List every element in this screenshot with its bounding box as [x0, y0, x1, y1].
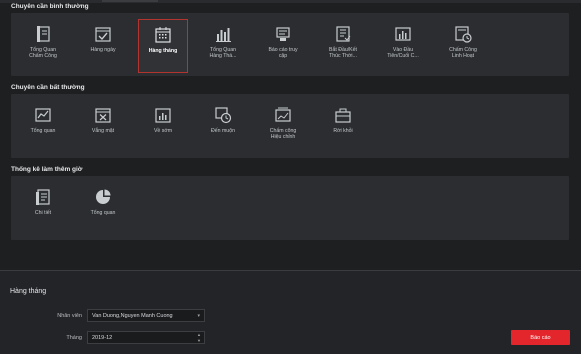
- tile-late[interactable]: Đến muộn: [198, 100, 248, 154]
- panel-overtime: Chi tiết Tổng quan: [11, 176, 569, 240]
- tile-label: Tổng Quan Chấm Công: [29, 47, 57, 60]
- overview-card-icon: [37, 26, 50, 42]
- leave-briefcase-icon: [335, 108, 351, 123]
- tile-label: Vắng mặt: [91, 128, 115, 134]
- tile-label: Hàng tháng: [148, 48, 178, 54]
- panel-abnormal-attendance: Tổng quan Vắng mặt Về sớm Đến muộn Chấm …: [11, 94, 569, 158]
- tile-overtime-detail[interactable]: Chi tiết: [18, 182, 68, 236]
- tile-correction[interactable]: Chấm công Hiệu chỉnh: [258, 100, 308, 154]
- tile-absence[interactable]: Vắng mặt: [78, 100, 128, 154]
- tile-access-report[interactable]: Báo cáo truy cập: [258, 19, 308, 73]
- first-last-chart-icon: [395, 27, 411, 41]
- monthly-calendar-icon: [155, 27, 171, 43]
- early-leave-icon: [155, 108, 171, 123]
- form-title: Hàng tháng: [10, 288, 47, 295]
- tile-leave[interactable]: Rời khỏi: [318, 100, 368, 154]
- tile-monthly-overview[interactable]: Tổng Quan Hàng Thá...: [198, 19, 248, 73]
- spinner-arrows-icon[interactable]: ▲ ▼: [197, 332, 201, 343]
- tile-abnormal-overview[interactable]: Tổng quan: [18, 100, 68, 154]
- tile-overtime-overview[interactable]: Tổng quan: [78, 182, 128, 236]
- tile-first-last[interactable]: Vào Đầu Tiên/Cuối C...: [378, 19, 428, 73]
- absence-icon: [95, 108, 111, 123]
- tile-label: Bắt Đầu/Kết Thúc Thời...: [329, 47, 357, 60]
- bar-chart-icon: [216, 28, 231, 42]
- tile-label: Rời khỏi: [333, 128, 353, 134]
- tile-label: Đến muộn: [211, 128, 235, 134]
- tile-daily[interactable]: Hàng ngày: [78, 19, 128, 73]
- employee-label: Nhân viên: [57, 313, 82, 319]
- start-end-time-icon: [336, 26, 351, 42]
- month-value: 2019-12: [92, 335, 113, 341]
- tile-label: Tổng quan: [30, 128, 56, 134]
- detail-document-icon: [36, 189, 50, 205]
- section-title-abnormal: Chuyên cần bất thường: [11, 84, 85, 91]
- tile-start-end-time[interactable]: Bắt Đầu/Kết Thúc Thời...: [318, 19, 368, 73]
- tile-attendance-overview[interactable]: Tổng Quan Chấm Công: [18, 19, 68, 73]
- tile-label: Chấm công Hiệu chỉnh: [269, 128, 297, 141]
- flexible-time-icon: [455, 26, 472, 43]
- tile-label: Chấm Công Linh Hoạt: [449, 47, 477, 60]
- pie-chart-icon: [96, 189, 111, 204]
- tile-flexible[interactable]: Chấm Công Linh Hoạt: [438, 19, 488, 73]
- tile-label: Về sớm: [153, 128, 173, 134]
- chevron-down-icon[interactable]: ▾: [197, 313, 200, 319]
- employee-select[interactable]: Van Duong,Nguyen Manh Cuong ▾: [87, 309, 205, 322]
- abnormal-overview-icon: [35, 108, 51, 122]
- employee-value: Van Duong,Nguyen Manh Cuong: [92, 313, 173, 319]
- tile-label: Tổng Quan Hàng Thá...: [209, 47, 237, 60]
- section-title-normal: Chuyên cần bình thường: [11, 3, 89, 10]
- access-report-icon: [276, 27, 290, 41]
- tile-label: Chi tiết: [34, 210, 52, 216]
- month-picker[interactable]: 2019-12 ▲ ▼: [87, 331, 205, 344]
- tile-label: Tổng quan: [90, 210, 116, 216]
- report-button[interactable]: Báo cáo: [511, 330, 570, 345]
- tile-label: Báo cáo truy cập: [268, 47, 298, 60]
- section-title-overtime: Thống kê làm thêm giờ: [11, 166, 83, 173]
- tile-label: Hàng ngày: [90, 47, 116, 53]
- tile-early-leave[interactable]: Về sớm: [138, 100, 188, 154]
- month-label: Tháng: [66, 335, 82, 341]
- daily-check-icon: [95, 27, 111, 42]
- tab-indicator: [102, 0, 158, 2]
- tile-monthly[interactable]: Hàng tháng: [138, 19, 188, 73]
- correction-icon: [275, 107, 291, 122]
- late-clock-icon: [215, 107, 232, 124]
- panel-normal-attendance: Tổng Quan Chấm Công Hàng ngày Hàng tháng…: [11, 13, 569, 76]
- tile-label: Vào Đầu Tiên/Cuối C...: [387, 47, 419, 60]
